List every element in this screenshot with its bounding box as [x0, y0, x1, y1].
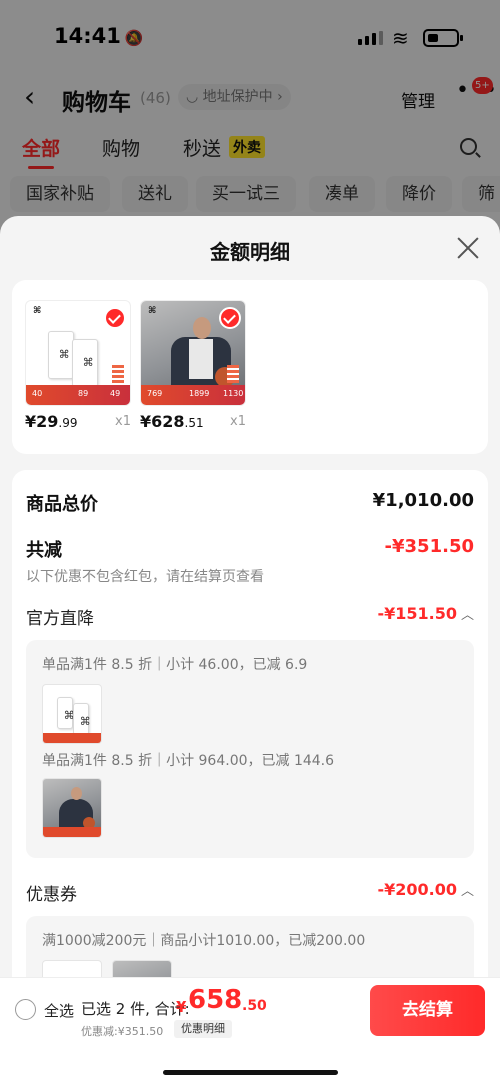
- sheet-title: 金额明细: [210, 240, 290, 264]
- coupon-label: 优惠券: [26, 885, 77, 905]
- product-mini-thumbnail: [42, 778, 102, 838]
- product-thumbnail: ⌘ 408949: [25, 300, 131, 406]
- saved-amount: 优惠减:¥351.50: [81, 1025, 164, 1038]
- select-all-radio[interactable]: [15, 999, 36, 1020]
- product-price: ¥29.99: [25, 412, 78, 431]
- product-price: ¥628.51: [140, 412, 204, 431]
- checkout-bar: 全选 已选 2 件, 合计: ¥ 658 .50 优惠减:¥351.50 优惠明…: [0, 977, 500, 1083]
- total-amount-decimal: .50: [242, 998, 267, 1014]
- discount-row: 共减 -¥351.50: [26, 536, 474, 562]
- discount-detail-button[interactable]: 优惠明细: [174, 1020, 232, 1038]
- total-price-row: 商品总价 ¥1,010.00: [26, 490, 474, 516]
- total-price-label: 商品总价: [26, 494, 98, 515]
- discount-note: 以下优惠不包含红包，请在结算页查看: [26, 569, 264, 585]
- product-mini-thumbnail: [42, 684, 102, 744]
- discount-label: 共减: [26, 540, 62, 561]
- checkout-button[interactable]: 去结算: [370, 985, 485, 1036]
- close-icon[interactable]: [456, 236, 480, 260]
- official-discount-detail: 单品满1件 8.5 折｜小计 46.00，已减 6.9 单品满1件 8.5 折｜…: [26, 640, 474, 858]
- chevron-up-icon: ︿: [460, 608, 474, 623]
- selected-products-card: ⌘ 408949 ¥29.99 x1 ⌘ 76918991130 ¥628.51…: [12, 280, 488, 454]
- brand-logo-icon: ⌘: [148, 306, 157, 316]
- official-line: 单品满1件 8.5 折｜小计 964.00，已减 144.6: [42, 753, 335, 769]
- total-amount: 658: [188, 985, 243, 1015]
- chevron-up-icon: ︿: [460, 884, 474, 899]
- official-discount-value: -¥151.50 ︿: [377, 604, 474, 623]
- home-indicator: [163, 1070, 338, 1075]
- amount-detail-sheet: 金额明细 ⌘ 408949 ¥29.99 x1 ⌘ 76918991130: [0, 216, 500, 1083]
- official-discount-label: 官方直降: [26, 609, 94, 629]
- select-all-label[interactable]: 全选: [44, 1000, 74, 1021]
- product-quantity: x1: [230, 414, 246, 429]
- official-discount-row[interactable]: 官方直降 -¥151.50 ︿: [26, 604, 474, 629]
- brand-logo-icon: ⌘: [33, 306, 42, 316]
- selected-check-icon[interactable]: [104, 307, 126, 329]
- total-currency: ¥: [176, 998, 187, 1016]
- total-price-value: ¥1,010.00: [372, 490, 474, 511]
- coupon-row[interactable]: 优惠券 -¥200.00 ︿: [26, 880, 474, 905]
- coupon-line: 满1000减200元｜商品小计1010.00，已减200.00: [42, 933, 366, 949]
- official-line: 单品满1件 8.5 折｜小计 46.00，已减 6.9: [42, 657, 308, 673]
- discount-value: -¥351.50: [384, 536, 474, 557]
- selected-check-icon[interactable]: [219, 307, 241, 329]
- selected-count: 已选 2 件, 合计:: [81, 1000, 190, 1018]
- product-quantity: x1: [115, 414, 131, 429]
- coupon-value: -¥200.00 ︿: [377, 880, 474, 899]
- product-thumbnail: ⌘ 769 1899 1130: [140, 300, 246, 406]
